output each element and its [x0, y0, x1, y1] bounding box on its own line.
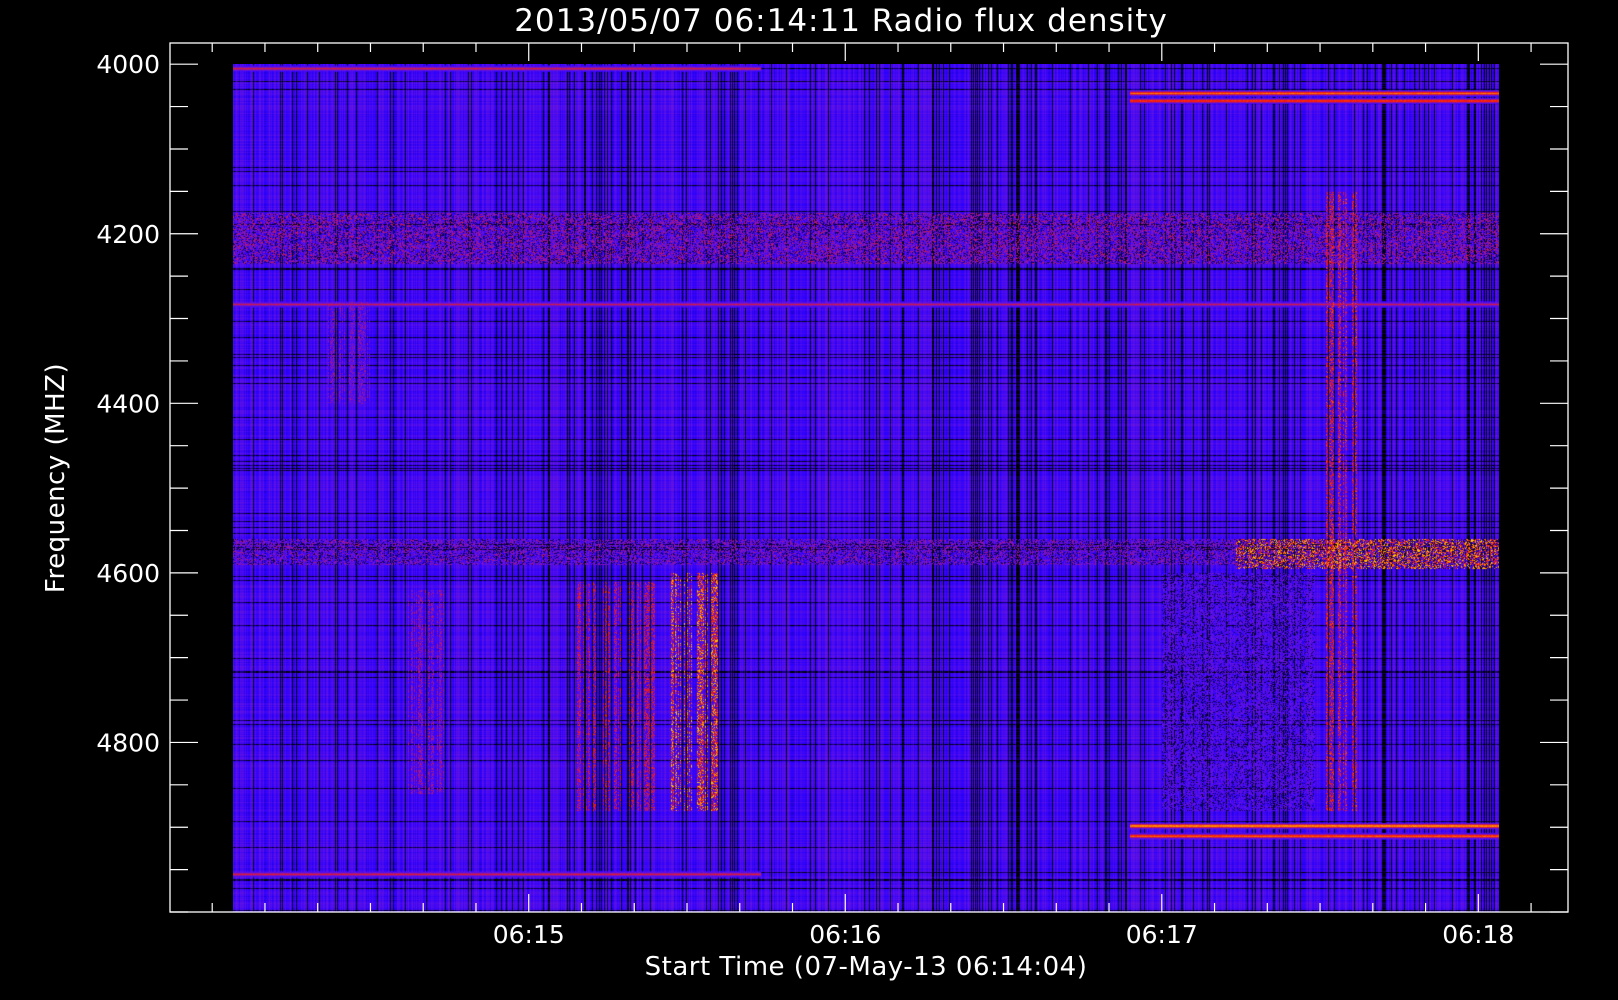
- x-tick-label: 06:17: [1126, 920, 1198, 949]
- y-tick-label: 4800: [96, 728, 160, 757]
- x-axis-tick-labels: 06:15 06:16 06:17 06:18: [493, 920, 1515, 949]
- y-tick-label: 4000: [96, 50, 160, 79]
- x-axis-label: Start Time (07-May-13 06:14:04): [645, 952, 1088, 982]
- y-tick-label: 4600: [96, 559, 160, 588]
- chart-title: 2013/05/07 06:14:11 Radio flux density: [514, 3, 1168, 39]
- y-tick-label: 4400: [96, 389, 160, 418]
- y-axis-tick-labels: 4000 4200 4400 4600 4800: [96, 50, 160, 757]
- y-axis-label: Frequency (MHZ): [41, 363, 71, 593]
- spectrogram-chart: 2013/05/07 06:14:11 Radio flux density 0…: [41, 3, 1569, 982]
- y-tick-label: 4200: [96, 220, 160, 249]
- x-tick-label: 06:18: [1442, 920, 1514, 949]
- x-tick-label: 06:15: [493, 920, 565, 949]
- spectrogram-image: [233, 64, 1499, 912]
- x-tick-label: 06:16: [809, 920, 881, 949]
